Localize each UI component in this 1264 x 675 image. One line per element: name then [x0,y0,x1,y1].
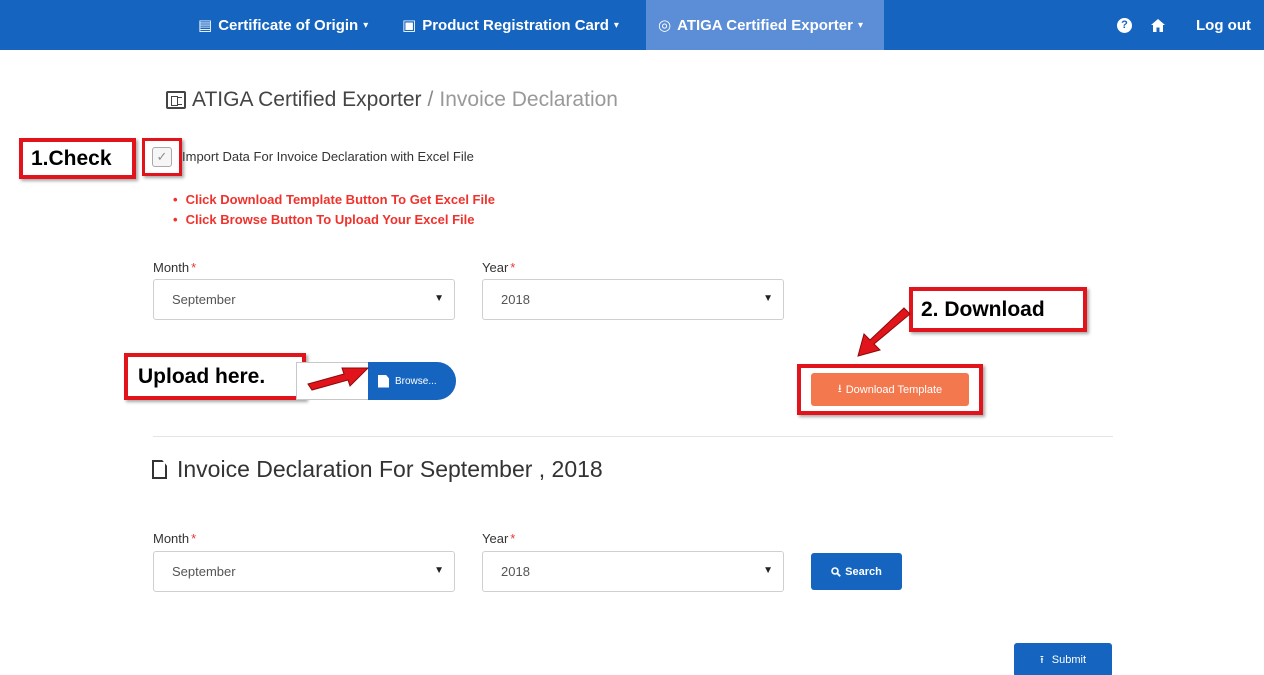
download-annotation-label: 2. Download [921,297,1045,321]
check-annotation-label: 1.Check [31,146,112,170]
dropdown-arrow-icon: ▼ [434,565,444,576]
section-title: Invoice Declaration For September , 2018 [152,456,603,483]
search-year-select[interactable]: 2018 ▼ [482,551,784,592]
search-year-label: Year * [482,531,515,546]
download-icon: ⭳ [837,383,842,395]
browse-button[interactable]: Browse... [368,362,456,400]
import-excel-checkbox[interactable]: ✓ [152,147,172,167]
download-template-label: Download Template [845,383,943,396]
download-template-button[interactable]: ⭳ Download Template [811,373,969,406]
year-label-text: Year [482,260,509,275]
month-label-text: Month [153,531,190,546]
submit-button[interactable]: ⭱ Submit [1014,643,1112,675]
submit-button-label: Submit [1051,654,1087,666]
search-year-value: 2018 [501,564,530,579]
month-label-text: Month [153,260,190,275]
id-card-icon: ▣ [402,17,417,34]
search-button[interactable]: Search [811,553,902,590]
page-title: ATIGA Certified Exporter / Invoice Decla… [166,88,618,112]
section-title-text: Invoice Declaration For September , 2018 [177,456,603,482]
download-arrow-icon [857,307,911,357]
upload-arrow-icon [307,367,370,391]
certificate-icon: ▤ [198,17,213,34]
year-label-text: Year [482,531,509,546]
search-month-select[interactable]: September ▼ [153,551,455,592]
hint-item: Click Download Template Button To Get Ex… [173,190,495,210]
dropdown-arrow-icon: ▼ [434,293,444,304]
check-annotation: 1.Check [19,138,136,179]
nav-product-registration-card-label: Product Registration Card [422,16,609,34]
chevron-down-icon: ▾ [363,19,369,31]
home-button[interactable] [1151,0,1165,50]
chevron-down-icon: ▾ [613,19,619,31]
nav-product-registration-card[interactable]: ▣ Product Registration Card ▾ [402,0,619,50]
search-icon [831,566,841,577]
dropdown-arrow-icon: ▼ [763,565,773,576]
browse-button-label: Browse... [395,375,437,387]
upload-icon: ⭱ [1039,653,1044,666]
help-button[interactable]: ? [1117,0,1132,50]
nav-atiga-certified-exporter-label: ATIGA Certified Exporter [677,16,853,34]
breadcrumb-root: ATIGA Certified Exporter [192,88,422,111]
download-annotation: 2. Download [909,287,1087,332]
top-navbar: ▤ Certificate of Origin ▾ ▣ Product Regi… [0,0,1264,50]
logout-link[interactable]: Log out [1196,0,1251,50]
nav-certificate-of-origin[interactable]: ▤ Certificate of Origin ▾ [198,0,368,50]
import-month-label: Month * [153,260,196,275]
hint-list: Click Download Template Button To Get Ex… [173,190,495,230]
chevron-down-icon: ▾ [857,19,863,31]
home-icon [1151,18,1165,32]
nav-atiga-certified-exporter[interactable]: ◎ ATIGA Certified Exporter ▾ [646,0,884,50]
import-year-select[interactable]: 2018 ▼ [482,279,784,320]
dropdown-arrow-icon: ▼ [763,293,773,304]
badge-icon: ◎ [658,17,672,34]
required-mark: * [191,531,197,546]
question-circle-icon: ? [1117,17,1132,33]
file-icon [378,374,389,388]
search-month-label: Month * [153,531,196,546]
checkbox-highlight: ✓ [142,138,182,176]
nav-certificate-of-origin-label: Certificate of Origin [218,16,359,34]
hint-item: Click Browse Button To Upload Your Excel… [173,210,495,230]
upload-annotation: Upload here. [124,353,306,400]
exporter-card-icon [166,91,186,109]
import-year-label: Year * [482,260,515,275]
search-button-label: Search [845,565,882,578]
import-year-value: 2018 [501,292,530,307]
required-mark: * [510,260,516,275]
required-mark: * [191,260,197,275]
breadcrumb-separator: / [427,88,434,111]
import-excel-label: Import Data For Invoice Declaration with… [182,149,474,164]
import-month-select[interactable]: September ▼ [153,279,455,320]
logout-label: Log out [1196,16,1251,34]
upload-annotation-label: Upload here. [138,364,266,388]
breadcrumb-current: Invoice Declaration [439,88,618,111]
section-divider [153,436,1113,437]
search-month-value: September [172,564,236,579]
check-icon: ✓ [156,149,168,164]
import-month-value: September [172,292,236,307]
document-icon [152,460,167,479]
required-mark: * [510,531,516,546]
